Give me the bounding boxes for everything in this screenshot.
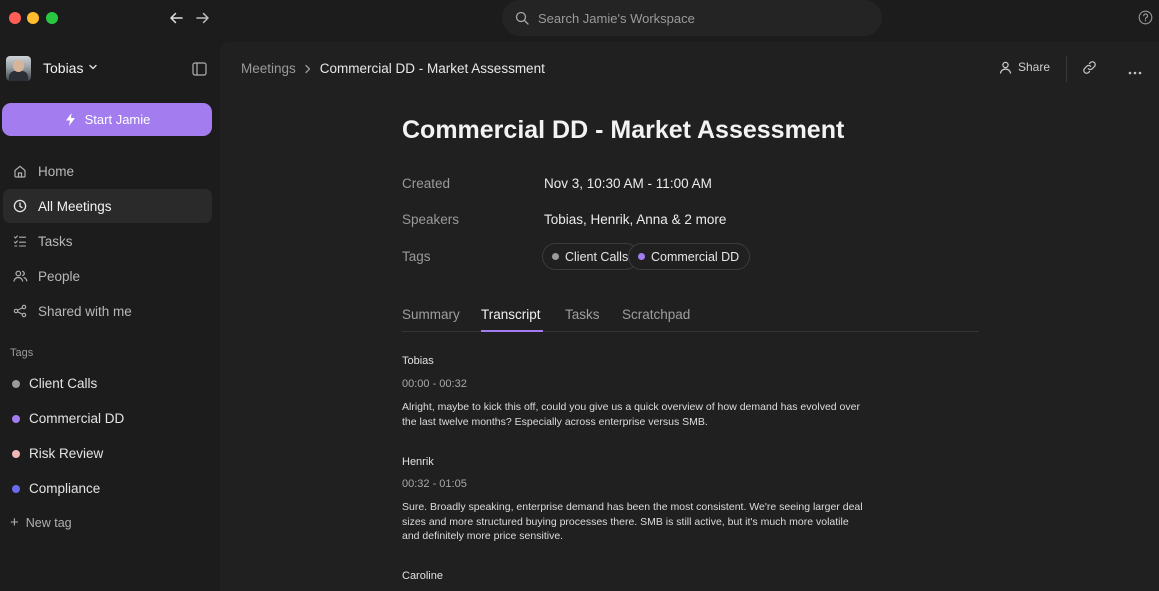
breadcrumb-meetings-link[interactable]: Meetings — [241, 61, 296, 76]
search-placeholder: Search Jamie's Workspace — [538, 10, 695, 26]
tag-label: Commercial DD — [29, 411, 125, 426]
sidebar-item-home[interactable]: Home — [3, 154, 212, 188]
search-input[interactable]: Search Jamie's Workspace — [502, 0, 882, 36]
forward-arrow-icon[interactable] — [193, 8, 213, 28]
start-jamie-button[interactable]: Start Jamie — [2, 103, 212, 136]
tab-summary[interactable]: Summary — [402, 307, 460, 322]
sidebar: Tobias Start Jamie Home All Meetings Tas… — [0, 38, 220, 591]
transcript-line: and definitely more price sensitive. — [402, 530, 564, 542]
page-title: Commercial DD - Market Assessment — [402, 116, 845, 144]
tags-label: Tags — [402, 249, 431, 264]
sidebar-item-label: Tasks — [38, 233, 73, 249]
user-icon — [999, 61, 1012, 74]
new-tag-button[interactable]: + New tag — [10, 514, 72, 531]
more-options-icon[interactable] — [1128, 62, 1142, 80]
link-icon[interactable] — [1082, 60, 1097, 80]
chevron-right-icon — [304, 64, 312, 74]
share-label: Share — [1018, 60, 1051, 74]
tag-color-dot — [12, 449, 20, 458]
search-icon — [515, 11, 529, 25]
sidebar-tag-risk-review[interactable]: Risk Review — [12, 446, 103, 461]
close-window-button[interactable] — [9, 12, 21, 24]
tab-bar: Summary Transcript Tasks Scratchpad — [402, 302, 979, 332]
user-menu[interactable]: Tobias — [6, 55, 98, 81]
sidebar-item-label: People — [38, 268, 81, 284]
breadcrumb-current: Commercial DD - Market Assessment — [319, 61, 545, 76]
tag-color-dot — [12, 484, 20, 493]
tag-label: Client Calls — [29, 376, 98, 391]
tab-transcript[interactable]: Transcript — [481, 307, 541, 322]
tab-tasks[interactable]: Tasks — [565, 307, 600, 322]
tag-color-dot — [638, 253, 645, 260]
transcript-speaker: Tobias — [402, 355, 434, 367]
tab-scratchpad[interactable]: Scratchpad — [622, 307, 690, 322]
sidebar-item-label: Shared with me — [38, 303, 132, 319]
tag-label: Compliance — [29, 481, 101, 496]
start-jamie-label: Start Jamie — [84, 112, 151, 127]
tag-color-dot — [552, 253, 559, 260]
transcript-text: Sure. Broadly speaking, enterprise deman… — [402, 500, 892, 544]
tag-chip-client-calls[interactable]: Client Calls — [542, 243, 640, 270]
home-icon — [12, 164, 28, 178]
transcript-line: Alright, maybe to kick this off, could y… — [402, 401, 860, 413]
main-panel: Meetings Commercial DD - Market Assessme… — [220, 42, 1159, 591]
sidebar-item-tasks[interactable]: Tasks — [3, 224, 212, 258]
sidebar-item-people[interactable]: People — [3, 259, 212, 293]
lightning-icon — [64, 112, 77, 127]
toolbar-divider — [1066, 56, 1067, 82]
chevron-down-icon — [88, 59, 98, 77]
created-value: Nov 3, 10:30 AM - 11:00 AM — [544, 176, 712, 191]
transcript-speaker: Caroline — [402, 570, 443, 582]
tags-heading: Tags — [10, 347, 34, 359]
help-icon[interactable] — [1138, 10, 1153, 25]
transcript-line: Sure. Broadly speaking, enterprise deman… — [402, 501, 863, 513]
minimize-window-button[interactable] — [27, 12, 39, 24]
active-tab-indicator — [481, 330, 543, 332]
tag-color-dot — [12, 414, 20, 423]
clock-icon — [12, 199, 28, 213]
sidebar-tag-compliance[interactable]: Compliance — [12, 481, 100, 496]
sidebar-item-shared[interactable]: Shared with me — [3, 294, 212, 328]
share-button[interactable]: Share — [999, 60, 1050, 74]
speakers-value[interactable]: Tobias, Henrik, Anna & 2 more — [544, 212, 726, 227]
tag-color-dot — [12, 379, 20, 388]
sidebar-item-all-meetings[interactable]: All Meetings — [3, 189, 212, 223]
transcript-text: Alright, maybe to kick this off, could y… — [402, 400, 892, 429]
sidebar-tag-client-calls[interactable]: Client Calls — [12, 376, 97, 391]
plus-icon: + — [10, 514, 19, 531]
breadcrumb: Meetings Commercial DD - Market Assessme… — [241, 61, 545, 76]
sidebar-tag-commercial-dd[interactable]: Commercial DD — [12, 411, 124, 426]
tag-chip-label: Client Calls — [565, 249, 629, 264]
speakers-label: Speakers — [402, 212, 460, 227]
tag-chip-commercial-dd[interactable]: Commercial DD — [628, 243, 751, 270]
back-arrow-icon[interactable] — [166, 8, 186, 28]
transcript-line: the last twelve months? Especially acros… — [402, 415, 708, 428]
tasks-icon — [12, 234, 28, 248]
transcript-timestamp[interactable]: 00:00 - 00:32 — [402, 378, 467, 390]
maximize-window-button[interactable] — [46, 12, 58, 24]
transcript-line: sizes and more structured buying process… — [402, 515, 849, 528]
title-bar: Search Jamie's Workspace — [0, 0, 1159, 38]
people-icon — [12, 269, 28, 283]
created-label: Created — [402, 176, 451, 191]
tag-label: Risk Review — [29, 446, 104, 461]
sidebar-item-label: All Meetings — [38, 198, 112, 214]
user-name: Tobias — [43, 60, 84, 76]
avatar — [6, 55, 31, 81]
new-tag-label: New tag — [25, 515, 72, 530]
tag-chip-label: Commercial DD — [651, 249, 740, 264]
share-icon — [12, 304, 28, 318]
sidebar-toggle-icon[interactable] — [192, 62, 207, 81]
transcript-timestamp[interactable]: 00:32 - 01:05 — [402, 478, 467, 490]
sidebar-item-label: Home — [38, 163, 75, 179]
transcript-speaker: Henrik — [402, 456, 434, 468]
